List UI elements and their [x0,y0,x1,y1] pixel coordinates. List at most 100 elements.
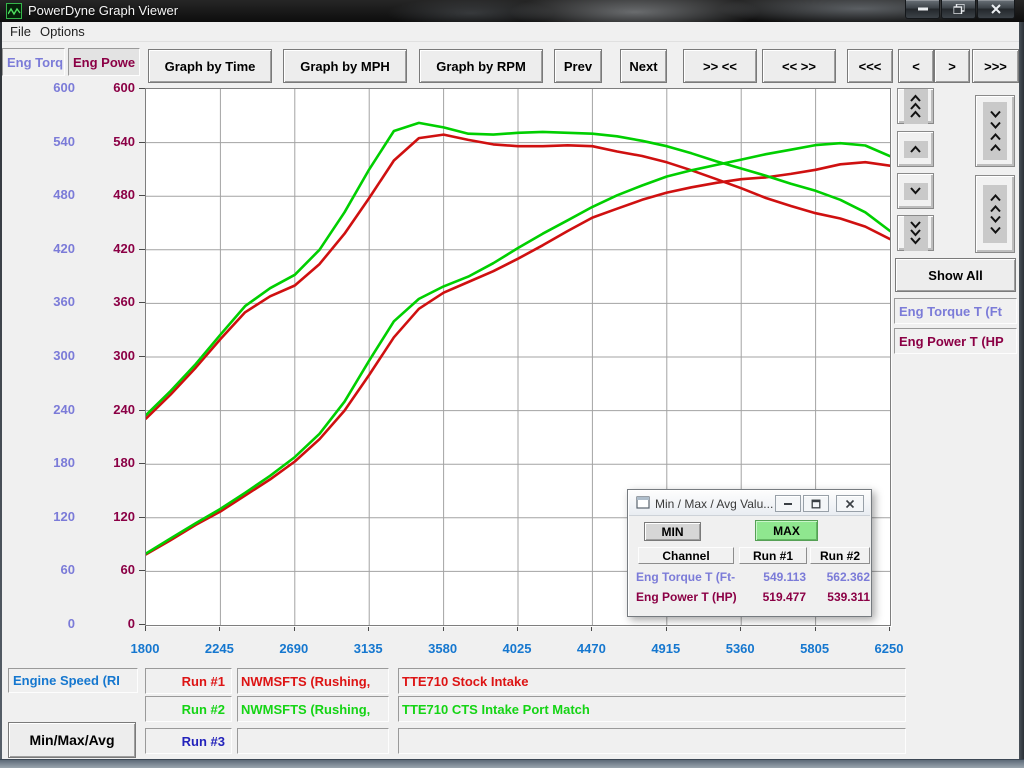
minimize-button[interactable] [905,0,940,19]
torque-tick-label: 420 [35,241,75,256]
chevron-icon [904,216,928,251]
channel-button-power[interactable]: Eng Powe [68,48,140,76]
dialog-minimize-button[interactable] [775,495,801,512]
chevron-icon [904,89,928,124]
torque-tick-label: 300 [35,348,75,363]
scale-down-button[interactable] [897,173,934,209]
app-icon [6,3,22,19]
form-icon [636,496,650,512]
x-tick-mark [740,626,741,631]
zoom-out-x-button[interactable]: << >> [762,49,836,83]
power-tick-label: 360 [95,294,135,309]
power-tick-label: 300 [95,348,135,363]
scale-up-fast-button[interactable] [897,88,934,124]
chevron-icon [983,102,1007,160]
rpm-tick-label: 4470 [561,641,621,656]
power-tick-label: 120 [95,509,135,524]
torque-tick-label: 120 [35,509,75,524]
run2-title-box[interactable]: TTE710 CTS Intake Port Match [398,696,906,722]
graph-by-rpm-button[interactable]: Graph by RPM [419,49,543,83]
rpm-tick-label: 4025 [487,641,547,656]
x-tick-mark [666,626,667,631]
prev-button[interactable]: Prev [554,49,602,83]
power-tick-label: 0 [95,616,135,631]
scroll-far-right-button[interactable]: >>> [972,49,1019,83]
dialog-close-icon[interactable] [836,495,864,512]
next-button[interactable]: Next [620,49,667,83]
show-all-button[interactable]: Show All [895,258,1016,292]
row-run2-value: 539.311 [804,590,870,604]
legend-torque-channel[interactable]: Eng Torque T (Ft [894,298,1017,324]
row-channel-label: Eng Power T (HP) [636,590,737,604]
power-tick-label: 420 [95,241,135,256]
rpm-tick-label: 2245 [189,641,249,656]
rpm-tick-label: 6250 [859,641,919,656]
power-tick-label: 60 [95,562,135,577]
torque-tick-label: 600 [35,80,75,95]
run3-title-box[interactable] [398,728,906,754]
window-border-bottom[interactable] [0,759,1024,768]
torque-tick-label: 480 [35,187,75,202]
minmax-avg-button[interactable]: Min/Max/Avg [8,722,136,758]
scale-up-button[interactable] [897,131,934,167]
menu-file[interactable]: File [10,24,31,39]
minmax-dialog[interactable]: Min / Max / Avg Valu... MIN MAX Channel … [627,489,872,617]
run1-label-box[interactable]: Run #1 [145,668,232,694]
rpm-tick-label: 4915 [636,641,696,656]
rpm-tick-label: 2690 [264,641,324,656]
channel-button-torque[interactable]: Eng Torq [2,48,65,76]
close-icon[interactable] [977,0,1015,19]
column-header-run1: Run #1 [739,547,807,564]
power-tick-label: 240 [95,402,135,417]
power-tick-label: 600 [95,80,135,95]
x-tick-mark [591,626,592,631]
column-header-run2: Run #2 [810,547,870,564]
torque-tick-label: 60 [35,562,75,577]
title-bar[interactable]: PowerDyne Graph Viewer [0,0,1024,22]
x-tick-mark [368,626,369,631]
x-tick-mark [889,626,890,631]
minmax-table-row: Eng Power T (HP)519.477539.311 [628,590,873,606]
power-tick-label: 540 [95,134,135,149]
torque-tick-label: 0 [35,616,75,631]
run3-label-box[interactable]: Run #3 [145,728,232,754]
x-tick-mark [443,626,444,631]
x-axis-channel-box[interactable]: Engine Speed (RI [8,668,138,693]
dialog-restore-button[interactable] [803,495,829,512]
run2-comment-box[interactable]: NWMSFTS (Rushing, [237,696,389,722]
menu-bar: File Options [2,22,1019,42]
rpm-tick-label: 5805 [785,641,845,656]
minmax-dialog-title: Min / Max / Avg Valu... [655,497,773,511]
restore-button[interactable] [941,0,976,19]
x-tick-mark [294,626,295,631]
run1-title-box[interactable]: TTE710 Stock Intake [398,668,906,694]
graph-by-mph-button[interactable]: Graph by MPH [283,49,407,83]
minmax-dialog-titlebar[interactable]: Min / Max / Avg Valu... [629,491,870,516]
menu-options[interactable]: Options [40,24,85,39]
window-border-left [0,22,2,768]
expand-y-button[interactable] [975,175,1015,253]
run1-comment-box[interactable]: NWMSFTS (Rushing, [237,668,389,694]
zoom-in-x-button[interactable]: >> << [683,49,757,83]
max-tab-button[interactable]: MAX [755,520,818,541]
x-tick-mark [219,626,220,631]
scroll-right-button[interactable]: > [934,49,970,83]
x-tick-mark [517,626,518,631]
torque-tick-label: 180 [35,455,75,470]
graph-by-time-button[interactable]: Graph by Time [148,49,272,83]
window-title: PowerDyne Graph Viewer [28,3,178,18]
run3-comment-box[interactable] [237,728,389,754]
x-tick-mark [145,626,146,631]
scale-down-fast-button[interactable] [897,215,934,251]
collapse-y-button[interactable] [975,95,1015,167]
window-border-right[interactable] [1019,22,1024,768]
torque-tick-label: 240 [35,402,75,417]
legend-power-channel[interactable]: Eng Power T (HP [894,328,1017,354]
scroll-left-button[interactable]: < [898,49,934,83]
scroll-far-left-button[interactable]: <<< [847,49,893,83]
power-tick-label: 180 [95,455,135,470]
x-tick-mark [815,626,816,631]
rpm-tick-label: 3135 [338,641,398,656]
min-tab-button[interactable]: MIN [644,522,701,541]
run2-label-box[interactable]: Run #2 [145,696,232,722]
